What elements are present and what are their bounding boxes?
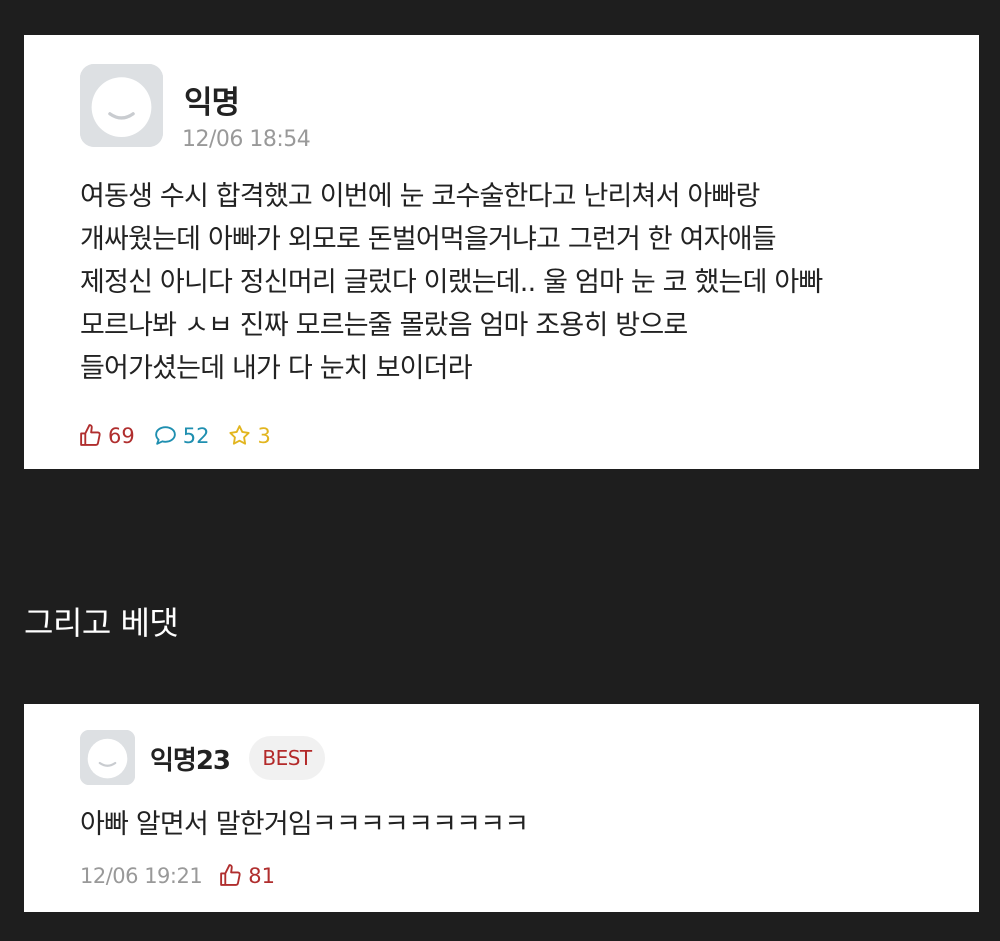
comment-count: 52 <box>182 423 210 448</box>
comment-like-count: 81 <box>248 863 275 888</box>
best-badge: BEST <box>249 736 325 780</box>
thumbs-up-icon <box>80 424 101 446</box>
post-stats: 69 52 3 <box>78 423 289 448</box>
comment-button[interactable]: 52 <box>153 423 210 448</box>
post-body-line: 모르나봐 ㅅㅂ 진짜 모르는줄 몰랐음 엄마 조용히 방으로 <box>80 310 688 341</box>
post-body: 여동생 수시 합격했고 이번에 눈 코수술한다고 난리쳐서 아빠랑 개싸웠는데 … <box>80 175 960 390</box>
comment-timestamp: 12/06 19:21 <box>80 863 203 888</box>
scrap-count: 3 <box>257 423 271 448</box>
post-body-line: 개싸웠는데 아빠가 외모로 돈벌어먹을거냐고 그런거 한 여자애들 <box>80 224 777 255</box>
post-timestamp: 12/06 18:54 <box>182 127 311 152</box>
like-count: 69 <box>108 423 135 448</box>
default-avatar-icon <box>80 64 163 147</box>
post-body-line: 들어가셨는데 내가 다 눈치 보이더라 <box>80 353 473 384</box>
post-card: 익명 12/06 18:54 여동생 수시 합격했고 이번에 눈 코수술한다고 … <box>24 35 979 469</box>
post-author-name[interactable]: 익명 <box>184 77 240 122</box>
commenter-avatar[interactable] <box>80 730 135 785</box>
speech-bubble-icon <box>154 426 176 445</box>
like-button[interactable]: 69 <box>78 423 135 448</box>
default-avatar-icon <box>80 730 135 785</box>
star-icon <box>229 425 251 445</box>
comment-like-button[interactable]: 81 <box>218 863 275 888</box>
comment-meta: 12/06 19:21 81 <box>80 863 275 888</box>
comment-body: 아빠 알면서 말한거임ㅋㅋㅋㅋㅋㅋㅋㅋㅋ <box>80 809 529 840</box>
post-body-line: 여동생 수시 합격했고 이번에 눈 코수술한다고 난리쳐서 아빠랑 <box>80 181 760 212</box>
scrap-button[interactable]: 3 <box>227 423 271 448</box>
author-avatar[interactable] <box>80 64 163 147</box>
thumbs-up-icon <box>220 864 241 886</box>
best-comment-card: 익명23 BEST 아빠 알면서 말한거임ㅋㅋㅋㅋㅋㅋㅋㅋㅋ 12/06 19:… <box>24 704 979 912</box>
post-body-line: 제정신 아니다 정신머리 글렀다 이랬는데.. 울 엄마 눈 코 했는데 아빠 <box>80 267 823 298</box>
comment-author-name[interactable]: 익명23 <box>150 740 231 777</box>
section-caption: 그리고 베댓 <box>24 604 179 642</box>
